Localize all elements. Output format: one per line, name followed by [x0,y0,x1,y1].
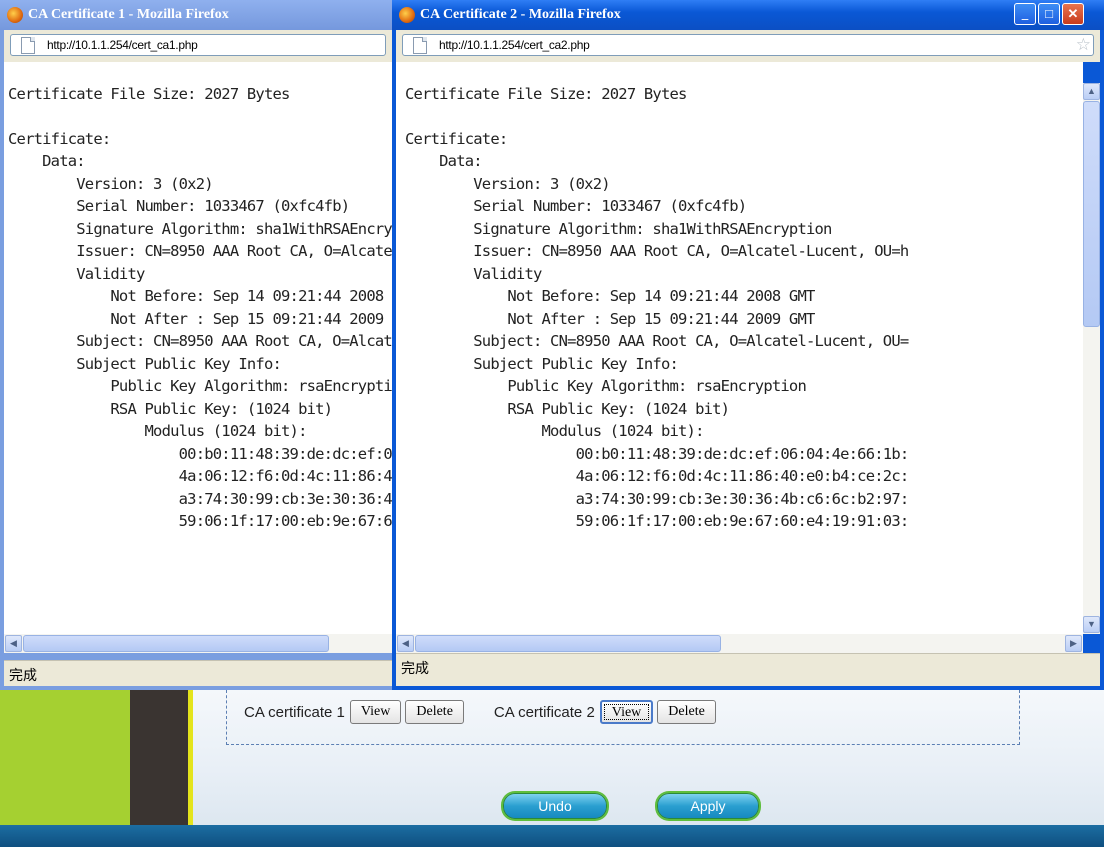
window1-scroll-thumb[interactable] [23,635,329,652]
page-icon [21,37,35,54]
page-icon [413,37,427,54]
delete-ca2-button[interactable]: Delete [657,700,716,724]
minimize-icon[interactable]: _ [1014,3,1036,25]
window1-certificate-text: Certificate File Size: 2027 Bytes Certif… [8,84,396,531]
ca-certificate-2-label: CA certificate 2 [493,703,595,721]
window2-url: http://10.1.1.254/cert_ca2.php [439,38,590,52]
apply-button[interactable]: Apply [657,793,759,819]
firefox-icon [7,7,23,23]
certificate-row: CA certificate 1 View Delete CA certific… [244,699,720,725]
window2-url-field[interactable]: http://10.1.1.254/cert_ca2.php ☆ [402,34,1094,56]
window2-statusbar: 完成 [396,653,1100,686]
window1-horizontal-scrollbar[interactable]: ◀ [4,634,396,653]
window2-vertical-scrollbar[interactable]: ▲ ▼ [1083,83,1100,634]
window2-horizontal-scrollbar[interactable]: ◀ ▶ [396,634,1083,653]
window1-content: Certificate File Size: 2027 Bytes Certif… [4,62,396,634]
window1-statusbar: 完成 [4,660,396,686]
window2-content: Certificate File Size: 2027 Bytes Certif… [396,62,1083,634]
window1-title: CA Certificate 1 - Mozilla Firefox [28,7,229,22]
dark-sidebar-block [130,688,188,825]
window1-url: http://10.1.1.254/cert_ca1.php [47,38,198,52]
window2-certificate-text: Certificate File Size: 2027 Bytes Certif… [405,84,909,531]
scroll-right-icon[interactable]: ▶ [1065,635,1082,652]
scroll-left-icon[interactable]: ◀ [397,635,414,652]
view-ca2-button[interactable]: View [599,700,654,724]
window2-hscroll-thumb[interactable] [415,635,721,652]
undo-button[interactable]: Undo [503,793,607,819]
window2-address-bar: http://10.1.1.254/cert_ca2.php ☆ [396,30,1100,62]
delete-ca1-button[interactable]: Delete [405,700,464,724]
window2-titlebar[interactable]: CA Certificate 2 - Mozilla Firefox _ □ ✕ [392,0,1104,30]
window2-vscroll-thumb[interactable] [1083,101,1100,327]
firefox-icon [399,7,415,23]
maximize-icon[interactable]: □ [1038,3,1060,25]
window1-url-field[interactable]: http://10.1.1.254/cert_ca1.php [10,34,386,56]
window2-title: CA Certificate 2 - Mozilla Firefox [420,7,621,22]
scroll-down-icon[interactable]: ▼ [1083,616,1100,633]
bookmark-star-icon[interactable]: ☆ [1076,35,1091,55]
scroll-up-icon[interactable]: ▲ [1083,83,1100,100]
window1-address-bar: http://10.1.1.254/cert_ca1.php [4,30,392,62]
window1-titlebar[interactable]: CA Certificate 1 - Mozilla Firefox [0,0,396,30]
bottom-bar [0,825,1104,847]
scroll-left-icon[interactable]: ◀ [5,635,22,652]
green-sidebar-block [0,688,130,825]
firefox-window-ca1: CA Certificate 1 - Mozilla Firefox http:… [0,0,396,690]
firefox-window-ca2: CA Certificate 2 - Mozilla Firefox _ □ ✕… [392,0,1104,690]
ca-certificate-1-label: CA certificate 1 [244,703,345,721]
close-icon[interactable]: ✕ [1062,3,1084,25]
window2-status-text: 完成 [401,660,429,676]
window1-status-text: 完成 [9,667,37,683]
view-ca1-button[interactable]: View [349,700,402,724]
